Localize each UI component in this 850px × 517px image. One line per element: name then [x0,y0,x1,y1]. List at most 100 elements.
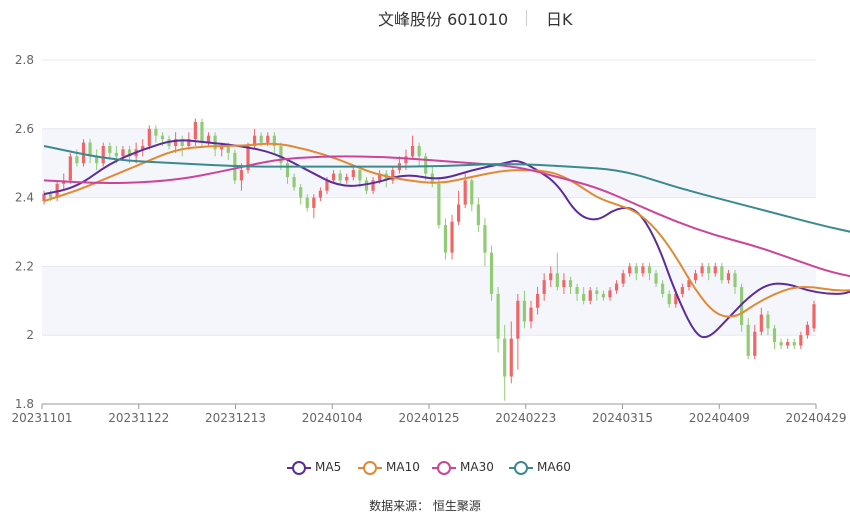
candle-body [582,293,586,301]
x-tick-label: 20240409 [689,411,750,425]
x-tick-label: 20240429 [785,411,846,425]
candle [470,176,474,212]
y-tick-label: 2.4 [15,191,34,205]
candle-body [641,266,645,274]
candle-body [443,225,448,253]
legend-marker-icon [287,460,311,475]
candle-body [483,225,487,253]
legend-item-ma10[interactable]: MA10 [358,457,420,477]
candle [496,287,500,353]
candle-body [542,280,546,294]
candle [516,293,520,370]
y-tick-label: 2.2 [15,259,34,273]
legend-item-ma30[interactable]: MA30 [432,457,494,477]
legend-marker-icon [509,460,533,475]
candle [503,324,507,401]
candle-body [634,266,638,274]
candle-body [707,266,711,274]
grid-lines [42,59,816,405]
legend-item-ma5[interactable]: MA5 [287,457,341,477]
y-axis: 1.8 2 2.2 2.4 2.6 2.8 [15,53,34,411]
plot-band [42,266,816,336]
candle-body [437,183,441,226]
candle-body [575,287,579,294]
candle-body [766,314,770,329]
candle-body [516,300,520,339]
candle-body [259,135,263,143]
candle-body [193,121,197,140]
x-tick-label: 20231122 [108,411,169,425]
candle-body [470,180,474,205]
candle [101,142,105,167]
candle-body [753,331,757,356]
candle [443,218,448,260]
candle-body [621,273,625,284]
legend-label: MA5 [315,460,342,474]
candle [792,338,796,349]
candle-body [693,273,698,281]
candle [437,176,441,229]
candle-body [410,146,415,157]
candle-body [75,156,79,164]
candle [147,125,151,150]
candle-body [535,293,540,308]
candle-body [529,307,533,322]
candle-body [608,290,612,298]
candle-body [358,170,362,181]
candle-body [114,152,118,157]
candle [740,283,744,332]
candle-body [338,173,342,181]
candle-body [404,156,408,164]
x-tick-label: 20240104 [302,411,363,425]
legend-item-ma60[interactable]: MA60 [509,457,571,477]
candle-body [595,290,599,294]
candle-body [48,194,53,198]
candle-body [239,170,244,181]
candle-body [746,324,750,356]
candle-body [588,290,592,301]
candle-body [812,304,816,329]
candle-body [226,146,230,153]
candle-body [661,283,665,294]
x-tick-label: 20240315 [592,411,653,425]
legend: MA5 MA10 MA30 MA60 [0,457,850,477]
candle-body [713,266,717,274]
x-tick-label: 20231213 [205,411,266,425]
candle-body [299,187,303,198]
candle-body [417,146,421,157]
candle-body [654,273,658,284]
candle-body [726,273,731,281]
candle-body [81,142,86,164]
candle-body [345,176,349,181]
candle-body [450,221,454,253]
legend-label: MA30 [460,460,494,474]
candle-body [601,293,606,298]
y-tick-label: 2 [26,328,34,342]
legend-label: MA10 [386,460,420,474]
candle-body [700,266,704,274]
candle [489,245,494,301]
x-tick-label: 20240223 [495,411,556,425]
candle [483,218,487,267]
candle-body [101,146,105,164]
kline-chart: 1.8 2 2.2 2.4 2.6 2.8 20231101 20231122 2023121… [11,53,850,425]
candle-body [720,266,724,281]
candle-body [285,163,290,177]
candle-body [628,266,632,274]
candle-body [614,283,619,291]
candle-body [805,324,810,336]
x-axis: 20231101 20231122 20231213 20240104 20240125… [11,403,847,425]
data-source: 数据来源： 恒生聚源 [369,499,481,513]
candle [81,139,86,167]
candle-body [68,156,72,181]
y-tick-label: 1.8 [15,397,34,411]
candle-body [489,252,494,294]
candle [786,338,790,349]
candle-body [147,128,151,146]
candle-body [325,180,329,191]
candle-body [779,342,783,346]
candle-body [266,135,270,143]
legend-label: MA60 [537,460,571,474]
candle-body [476,204,480,226]
candle-body [463,180,467,205]
